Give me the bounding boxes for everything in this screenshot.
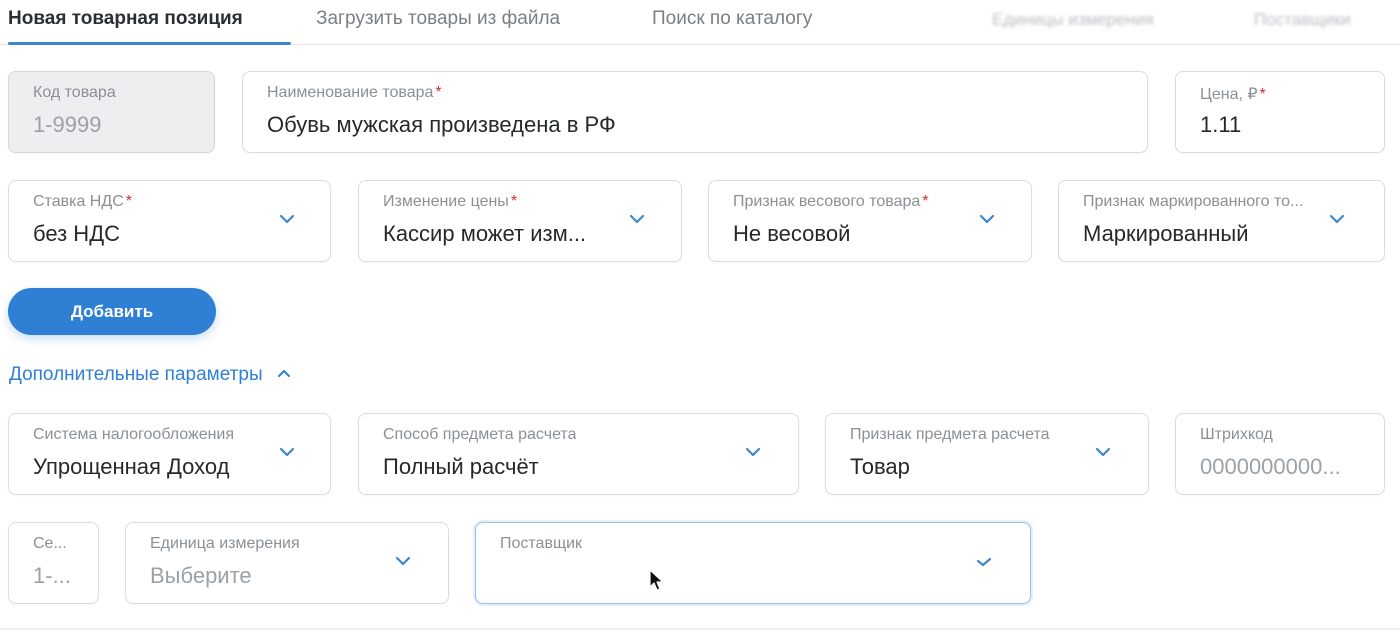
chevron-down-icon[interactable] [743, 442, 763, 462]
tax-system-value: Упрощенная Доход [33, 454, 230, 479]
weight-item-select[interactable]: Признак весового товара * Не весовой [708, 180, 1032, 262]
vat-rate-select[interactable]: Ставка НДС * без НДС [8, 180, 331, 262]
tab-new-item[interactable]: Новая товарная позиция [8, 8, 243, 30]
weight-item-label: Признак весового товара * [733, 193, 929, 210]
price-change-value: Кассир может изм... [383, 221, 587, 246]
marked-item-select[interactable]: Признак маркированного то... Маркированн… [1058, 180, 1385, 262]
product-code-label: Код товара [33, 84, 116, 101]
payment-subject-label: Признак предмета расчета [850, 426, 1050, 443]
tab-suppliers[interactable]: Поставщики [1254, 10, 1351, 30]
product-code-value: 1-9999 [33, 112, 102, 137]
chevron-down-icon[interactable] [627, 209, 647, 229]
price-field[interactable]: Цена, ₽ * 1.11 [1175, 71, 1385, 153]
section-label: Се... [33, 535, 67, 552]
chevron-down-icon[interactable] [1327, 209, 1347, 229]
product-name-label: Наименование товара * [267, 84, 442, 101]
product-name-input[interactable]: Обувь мужская произведена в РФ [267, 112, 616, 138]
active-tab-indicator [8, 42, 291, 45]
payment-subject-value: Товар [850, 454, 910, 479]
weight-item-value: Не весовой [733, 221, 851, 246]
price-label: Цена, ₽ * [1200, 86, 1266, 103]
supplier-select[interactable]: Поставщик [475, 522, 1031, 604]
tax-system-select[interactable]: Система налогообложения Упрощенная Доход [8, 413, 331, 495]
add-button[interactable]: Добавить [8, 288, 216, 335]
price-change-label: Изменение цены * [383, 193, 518, 210]
barcode-label: Штрихкод [1200, 426, 1273, 443]
bottom-divider [0, 628, 1400, 630]
price-change-select[interactable]: Изменение цены * Кассир может изм... [358, 180, 682, 262]
chevron-down-icon[interactable] [974, 553, 994, 573]
marked-item-value: Маркированный [1083, 221, 1249, 246]
vat-rate-label: Ставка НДС * [33, 193, 132, 210]
chevron-up-icon [277, 369, 290, 377]
barcode-field[interactable]: Штрихкод 0000000000... [1175, 413, 1385, 495]
payment-method-value: Полный расчёт [383, 454, 539, 479]
product-code-field: Код товара 1-9999 [8, 71, 215, 153]
supplier-label: Поставщик [500, 535, 583, 552]
chevron-down-icon[interactable] [1093, 442, 1113, 462]
additional-params-label: Дополнительные параметры [9, 364, 263, 385]
additional-params-toggle[interactable]: Дополнительные параметры [9, 364, 292, 386]
unit-select[interactable]: Единица измерения Выберите [125, 522, 449, 604]
marked-item-label: Признак маркированного то... [1083, 193, 1304, 210]
chevron-down-icon[interactable] [277, 442, 297, 462]
tax-system-label: Система налогообложения [33, 426, 235, 443]
unit-value: Выберите [150, 563, 252, 588]
vat-rate-value: без НДС [33, 221, 120, 246]
tab-upload-file[interactable]: Загрузить товары из файла [316, 8, 560, 30]
tab-units[interactable]: Единицы измерения [992, 10, 1154, 30]
section-field[interactable]: Се... 1-... [8, 522, 99, 604]
payment-method-label: Способ предмета расчета [383, 426, 577, 443]
tab-bar: Новая товарная позиция Загрузить товары … [0, 0, 1400, 45]
unit-label: Единица измерения [150, 535, 300, 552]
tab-catalog-search[interactable]: Поиск по каталогу [652, 8, 812, 30]
price-input[interactable]: 1.11 [1200, 112, 1241, 138]
payment-subject-select[interactable]: Признак предмета расчета Товар [825, 413, 1149, 495]
payment-method-select[interactable]: Способ предмета расчета Полный расчёт [358, 413, 799, 495]
mouse-cursor-icon [649, 569, 664, 591]
chevron-down-icon[interactable] [977, 209, 997, 229]
product-name-field[interactable]: Наименование товара * Обувь мужская произ… [242, 71, 1148, 153]
chevron-down-icon[interactable] [393, 551, 413, 571]
section-value[interactable]: 1-... [33, 563, 81, 589]
chevron-down-icon[interactable] [277, 209, 297, 229]
barcode-input[interactable]: 0000000000... [1200, 454, 1365, 480]
